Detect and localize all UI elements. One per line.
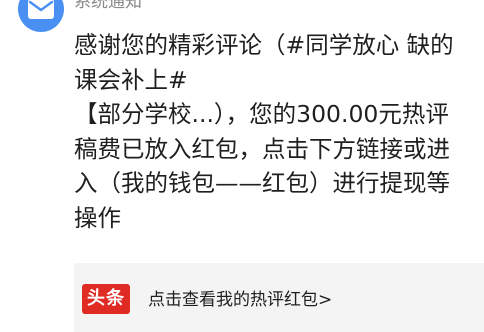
message-line: 课会补上# [74,65,188,94]
red-packet-link-card[interactable]: 头条 点击查看我的热评红包> [74,263,484,332]
message-line: 稿费已放入红包，点击下方链接或进 [74,134,450,163]
toutiao-logo-text: 头条 [87,288,125,309]
message-line: 感谢您的精彩评论（#同学放心 缺的 [74,31,454,59]
red-packet-link-text[interactable]: 点击查看我的热评红包> [148,289,332,311]
message-line: 【部分学校...），您的300.00元热评 [74,100,449,128]
message-line: 操作 [74,203,121,232]
notification-message: 感谢您的精彩评论（#同学放心 缺的 课会补上# 【部分学校...），您的300.… [74,28,476,235]
toutiao-logo: 头条 [82,284,130,314]
sender-avatar[interactable] [18,0,64,32]
message-line: 入（我的钱包——红包）进行提现等 [74,169,450,197]
mail-icon [28,0,54,19]
sender-name: 系统通知 [74,0,142,12]
